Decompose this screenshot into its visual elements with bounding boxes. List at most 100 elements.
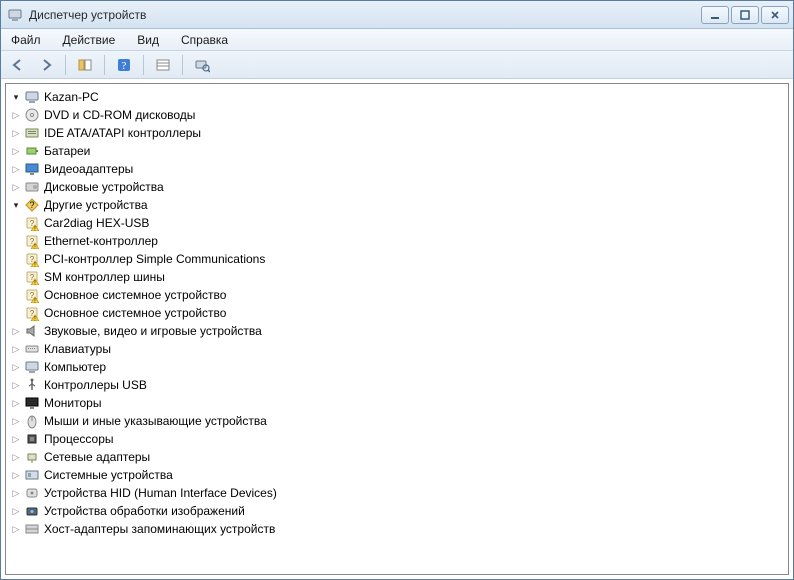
tree-toggle[interactable]: ▷	[10, 505, 22, 517]
tree-category-label: Дисковые устройства	[44, 180, 164, 194]
tree-category[interactable]: ▷ Хост-адаптеры запоминающих устройств	[8, 520, 786, 538]
svg-text:?: ?	[29, 200, 34, 210]
toolbar-separator	[65, 55, 66, 75]
tree-toggle[interactable]: ▷	[10, 451, 22, 463]
tree-device-label: Car2diag HEX-USB	[44, 216, 149, 230]
tree-toggle[interactable]: ▷	[10, 343, 22, 355]
tree-toggle[interactable]: ▷	[10, 361, 22, 373]
back-button[interactable]	[7, 54, 29, 76]
tree-category-label: Хост-адаптеры запоминающих устройств	[44, 522, 275, 536]
tree-category[interactable]: ▾?Другие устройства	[8, 196, 786, 214]
tree-root-node[interactable]: ▾ Kazan-PC	[8, 88, 786, 106]
tree-toggle[interactable]: ▷	[10, 469, 22, 481]
tree-toggle[interactable]: ▷	[10, 433, 22, 445]
menu-action[interactable]: Действие	[59, 31, 120, 49]
tree-category[interactable]: ▷ Системные устройства	[8, 466, 786, 484]
tree-category[interactable]: ▷ DVD и CD-ROM дисководы	[8, 106, 786, 124]
tree-category[interactable]: ▷Клавиатуры	[8, 340, 786, 358]
tree-device[interactable]: ▷?!Ethernet-контроллер	[8, 232, 786, 250]
app-icon	[7, 7, 23, 23]
toolbar-separator	[182, 55, 183, 75]
tree-toggle[interactable]: ▷	[10, 109, 22, 121]
monitor-icon	[24, 395, 40, 411]
tree-device[interactable]: ▷?!Основное системное устройство	[8, 286, 786, 304]
tree-category[interactable]: ▷ Компьютер	[8, 358, 786, 376]
minimize-button[interactable]	[701, 6, 729, 24]
content-area: ▾ Kazan-PC ▷ DVD и CD-ROM дисководы ▷IDE ATA…	[1, 79, 793, 579]
tree-toggle[interactable]: ▷	[10, 487, 22, 499]
tree-device[interactable]: ▷?!SM контроллер шины	[8, 268, 786, 286]
tree-category[interactable]: ▷Устройства обработки изображений	[8, 502, 786, 520]
hid-icon	[24, 485, 40, 501]
tree-toggle[interactable]: ▷	[10, 397, 22, 409]
toolbar-separator	[143, 55, 144, 75]
device-manager-window: Диспетчер устройств Файл Действие Вид Сп…	[0, 0, 794, 580]
tree-category-label: Процессоры	[44, 432, 114, 446]
storage-icon	[24, 521, 40, 537]
tree-category-label: DVD и CD-ROM дисководы	[44, 108, 195, 122]
other-icon: ?	[24, 197, 40, 213]
titlebar: Диспетчер устройств	[1, 1, 793, 29]
tree-category[interactable]: ▷ Дисковые устройства	[8, 178, 786, 196]
toolbar: ?	[1, 51, 793, 79]
menu-view[interactable]: Вид	[133, 31, 163, 49]
tree-device-label: PCI-контроллер Simple Communications	[44, 252, 265, 266]
unknown-device-icon: ?!	[24, 269, 40, 285]
device-tree[interactable]: ▾ Kazan-PC ▷ DVD и CD-ROM дисководы ▷IDE ATA…	[5, 83, 789, 575]
imaging-icon	[24, 503, 40, 519]
tree-category[interactable]: ▷Сетевые адаптеры	[8, 448, 786, 466]
show-hide-tree-button[interactable]	[74, 54, 96, 76]
tree-category[interactable]: ▷Устройства HID (Human Interface Devices…	[8, 484, 786, 502]
menu-help[interactable]: Справка	[177, 31, 232, 49]
tree-device[interactable]: ▷?!Основное системное устройство	[8, 304, 786, 322]
close-button[interactable]	[761, 6, 789, 24]
scan-hardware-button[interactable]	[191, 54, 213, 76]
tree-category-label: Системные устройства	[44, 468, 173, 482]
toolbar-separator	[104, 55, 105, 75]
tree-category[interactable]: ▷ Видеоадаптеры	[8, 160, 786, 178]
tree-toggle[interactable]: ▾	[10, 199, 22, 211]
keyboard-icon	[24, 341, 40, 357]
system-icon	[24, 467, 40, 483]
maximize-button[interactable]	[731, 6, 759, 24]
tree-category[interactable]: ▷Батареи	[8, 142, 786, 160]
svg-text:?: ?	[122, 60, 127, 72]
tree-toggle[interactable]: ▾	[10, 91, 22, 103]
computer-icon	[24, 359, 40, 375]
unknown-device-icon: ?!	[24, 251, 40, 267]
tree-device[interactable]: ▷?!Car2diag HEX-USB	[8, 214, 786, 232]
tree-root-label: Kazan-PC	[44, 90, 99, 104]
display-icon	[24, 161, 40, 177]
audio-icon	[24, 323, 40, 339]
tree-category[interactable]: ▷Контроллеры USB	[8, 376, 786, 394]
tree-toggle[interactable]: ▷	[10, 163, 22, 175]
menubar: Файл Действие Вид Справка	[1, 29, 793, 51]
tree-toggle[interactable]: ▷	[10, 325, 22, 337]
network-icon	[24, 449, 40, 465]
tree-category[interactable]: ▷Звуковые, видео и игровые устройства	[8, 322, 786, 340]
properties-button[interactable]	[152, 54, 174, 76]
tree-category[interactable]: ▷ Процессоры	[8, 430, 786, 448]
tree-category[interactable]: ▷IDE ATA/ATAPI контроллеры	[8, 124, 786, 142]
tree-toggle[interactable]: ▷	[10, 379, 22, 391]
tree-toggle[interactable]: ▷	[10, 415, 22, 427]
forward-button[interactable]	[35, 54, 57, 76]
tree-device-label: Основное системное устройство	[44, 306, 226, 320]
tree-category-label: Компьютер	[44, 360, 106, 374]
tree-device-label: Основное системное устройство	[44, 288, 226, 302]
tree-device[interactable]: ▷?!PCI-контроллер Simple Communications	[8, 250, 786, 268]
tree-toggle[interactable]: ▷	[10, 145, 22, 157]
tree-toggle[interactable]: ▷	[10, 127, 22, 139]
tree-category-label: Видеоадаптеры	[44, 162, 133, 176]
tree-category[interactable]: ▷Мыши и иные указывающие устройства	[8, 412, 786, 430]
tree-toggle[interactable]: ▷	[10, 523, 22, 535]
tree-toggle[interactable]: ▷	[10, 181, 22, 193]
battery-icon	[24, 143, 40, 159]
menu-file[interactable]: Файл	[7, 31, 45, 49]
cpu-icon	[24, 431, 40, 447]
drive-icon	[24, 179, 40, 195]
disc-icon	[24, 107, 40, 123]
tree-category[interactable]: ▷ Мониторы	[8, 394, 786, 412]
help-button[interactable]: ?	[113, 54, 135, 76]
tree-category-label: Мониторы	[44, 396, 101, 410]
